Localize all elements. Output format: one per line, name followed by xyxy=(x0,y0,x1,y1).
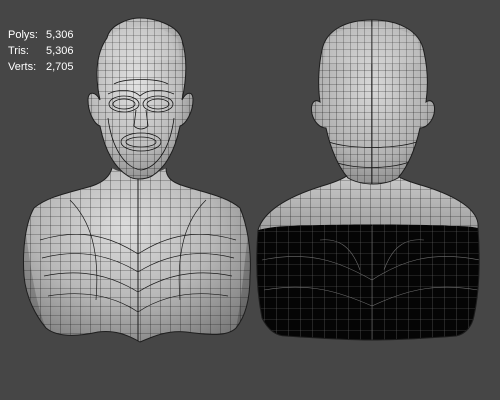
wireframe-bust-back[interactable] xyxy=(252,18,484,345)
polys-value: 5,306 xyxy=(46,29,74,41)
viewport-statistics: Polys: 5,306 Tris: 5,306 Verts: 2,705 xyxy=(8,27,86,75)
verts-label: Verts: xyxy=(8,61,37,73)
verts-stat: Verts: 2,705 xyxy=(8,59,86,75)
tris-label: Tris: xyxy=(8,45,29,57)
polys-stat: Polys: 5,306 xyxy=(8,27,86,43)
3d-viewport[interactable]: Polys: 5,306 Tris: 5,306 Verts: 2,705 xyxy=(0,0,500,400)
verts-value: 2,705 xyxy=(46,61,74,73)
polys-label: Polys: xyxy=(8,29,38,41)
tris-value: 5,306 xyxy=(46,45,74,57)
tris-stat: Tris: 5,306 xyxy=(8,43,86,59)
